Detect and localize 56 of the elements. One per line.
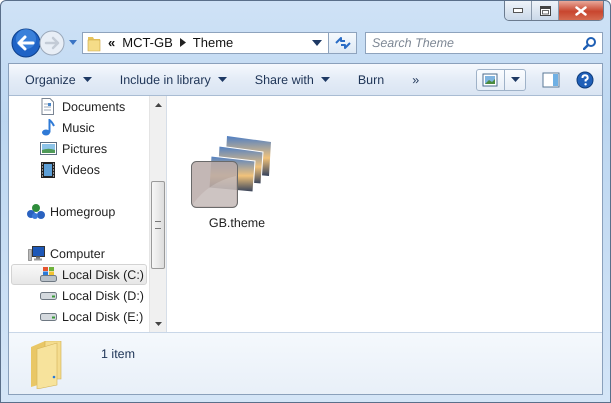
- search-icon[interactable]: [583, 36, 597, 50]
- maximize-button[interactable]: [532, 1, 559, 20]
- overflow-chevron[interactable]: «: [108, 35, 116, 50]
- address-bar[interactable]: « MCT-GB Theme: [82, 32, 329, 54]
- scrollbar[interactable]: [149, 96, 166, 332]
- caret-icon: [82, 77, 92, 82]
- toolbar-button[interactable]: »: [404, 70, 428, 90]
- homegroup-icon: [27, 204, 45, 220]
- dropdown-caret-icon[interactable]: [312, 40, 322, 46]
- toolbar-button[interactable]: Burn: [350, 70, 392, 90]
- file-item[interactable]: GB.theme: [185, 136, 289, 230]
- close-icon: [575, 6, 587, 16]
- change-view-button[interactable]: [476, 68, 526, 90]
- scroll-up-icon[interactable]: [154, 102, 162, 106]
- document-icon: [41, 98, 55, 115]
- picture-icon: [40, 142, 56, 155]
- maximize-icon: [540, 6, 550, 16]
- navigation-item[interactable]: Local Disk (D:): [11, 285, 147, 306]
- navigation-item[interactable]: Documents: [11, 96, 147, 117]
- navigation-item[interactable]: Videos: [11, 159, 147, 180]
- refresh-button[interactable]: [329, 32, 357, 54]
- minimize-icon: [513, 8, 523, 13]
- music-note-icon: [41, 119, 55, 136]
- refresh-icon: [334, 36, 350, 48]
- minimize-button[interactable]: [505, 1, 532, 20]
- caret-icon: [511, 77, 520, 82]
- back-button[interactable]: [10, 26, 42, 58]
- scroll-thumb[interactable]: [151, 181, 165, 269]
- toolbar-button[interactable]: Organize: [19, 70, 100, 90]
- preview-pane-icon[interactable]: [542, 72, 560, 88]
- history-dropdown-icon[interactable]: [68, 40, 78, 46]
- navigation-item[interactable]: Homegroup: [11, 201, 147, 222]
- forward-button[interactable]: [38, 28, 66, 56]
- navigation-item[interactable]: Pictures: [11, 138, 147, 159]
- breadcrumb[interactable]: Theme: [192, 35, 234, 50]
- drive-icon: [40, 312, 56, 320]
- navigation-item[interactable]: Local Disk (C:): [11, 264, 147, 285]
- toolbar-button[interactable]: Share with: [246, 70, 338, 90]
- film-strip-icon: [41, 162, 55, 178]
- picture-icon: [482, 72, 498, 86]
- close-button[interactable]: [559, 1, 603, 20]
- breadcrumb-arrow-icon[interactable]: [180, 38, 186, 47]
- caret-icon: [218, 77, 227, 82]
- search-field[interactable]: Search Theme: [365, 32, 603, 54]
- computer-icon: [28, 246, 44, 261]
- navigation-item[interactable]: Local Disk (E:): [11, 306, 147, 327]
- scroll-down-icon[interactable]: [154, 322, 162, 326]
- caret-icon: [320, 77, 330, 82]
- toolbar-button[interactable]: Include in library: [112, 70, 235, 90]
- system-drive-icon: [40, 267, 56, 282]
- item-count: 1 item: [101, 347, 136, 361]
- drive-icon: [40, 292, 56, 300]
- navigation-item[interactable]: Computer: [11, 243, 147, 264]
- navigation-item[interactable]: Music: [11, 117, 147, 138]
- help-icon[interactable]: [576, 70, 594, 88]
- breadcrumb[interactable]: MCT-GB: [122, 35, 173, 50]
